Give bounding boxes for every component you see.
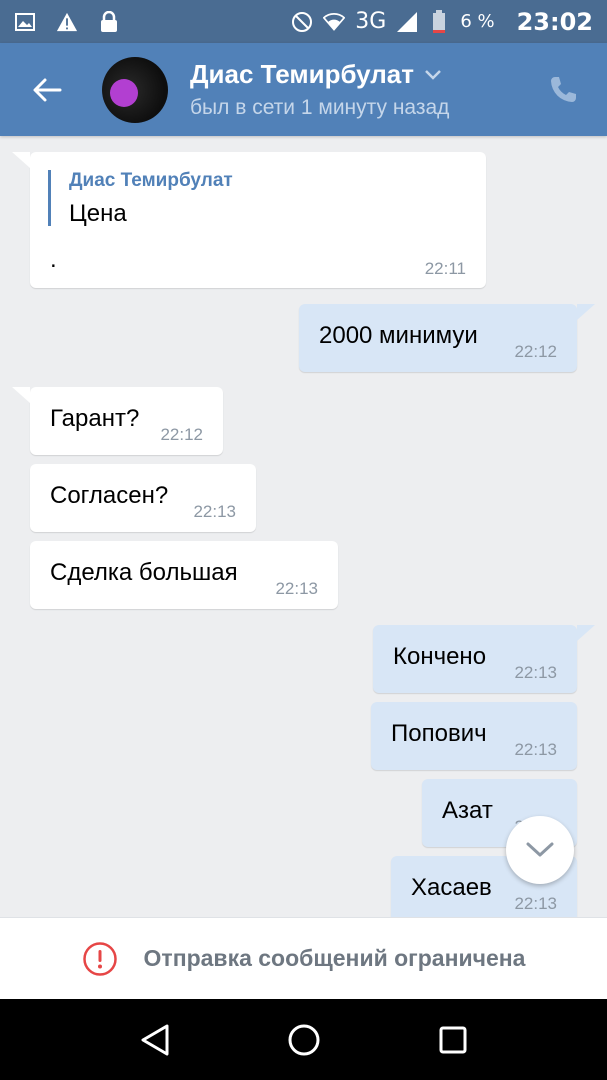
circle-home-icon	[288, 1024, 319, 1055]
chat-info[interactable]: Диас Темирбулат был в сети 1 минуту наза…	[190, 59, 449, 120]
message-outgoing[interactable]: Попович 22:13	[371, 702, 577, 770]
signal-icon	[396, 11, 418, 33]
message-text: Хасаев	[411, 874, 492, 901]
messaging-restricted-bar: Отправка сообщений ограничена	[0, 917, 607, 999]
scroll-down-button[interactable]	[506, 816, 574, 884]
clock: 23:02	[516, 7, 593, 36]
chevron-down-icon	[526, 842, 554, 857]
arrow-left-icon	[33, 78, 62, 101]
message-outgoing[interactable]: Кончено 22:13	[373, 625, 595, 693]
message-incoming[interactable]: Согласен? 22:13	[30, 464, 256, 532]
message-time: 22:13	[514, 740, 557, 759]
message-time: 22:13	[193, 502, 236, 521]
message-text: Попович	[391, 720, 487, 747]
message-text: Азат	[442, 797, 493, 824]
error-icon	[82, 941, 117, 976]
warning-icon	[56, 11, 78, 33]
message-time: 22:11	[424, 259, 466, 278]
chat-title: Диас Темирбулат	[190, 59, 414, 89]
gallery-icon	[14, 11, 36, 33]
message-incoming[interactable]: Гарант? 22:12	[12, 387, 223, 455]
chevron-down-icon	[425, 69, 441, 80]
reply-quote[interactable]: Диас Темирбулат Цена	[48, 170, 233, 227]
message-text: Сделка большая	[50, 559, 238, 586]
avatar[interactable]	[102, 56, 168, 123]
square-recents-icon	[439, 1026, 466, 1053]
message-text: Гарант?	[50, 405, 140, 432]
message-time: 22:13	[514, 663, 557, 682]
message-text: Согласен?	[50, 482, 169, 509]
phone-icon	[551, 76, 576, 102]
back-button[interactable]	[12, 43, 82, 136]
nav-back-button[interactable]	[125, 1010, 185, 1070]
message-list[interactable]: Диас Темирбулат Цена . 22:11 2000 миниму…	[0, 136, 607, 917]
dnd-icon	[291, 11, 313, 33]
lock-icon	[98, 10, 120, 33]
chat-header: Диас Темирбулат был в сети 1 минуту наза…	[0, 43, 607, 136]
devil-emoji-icon	[110, 78, 138, 107]
message-text: 2000 минимуи	[319, 322, 478, 349]
message-incoming[interactable]: Сделка большая 22:13	[30, 541, 338, 609]
message-incoming[interactable]: Диас Темирбулат Цена . 22:11	[12, 152, 486, 288]
triangle-back-icon	[141, 1024, 168, 1055]
restriction-text: Отправка сообщений ограничена	[143, 945, 526, 971]
battery-percent: 6 %	[460, 11, 495, 32]
last-seen: был в сети 1 минуту назад	[190, 96, 450, 119]
message-time: 22:13	[514, 894, 557, 913]
nav-home-button[interactable]	[274, 1010, 334, 1070]
quote-text: Цена	[69, 200, 127, 227]
status-bar: 3G 6 % 23:02	[0, 0, 607, 43]
message-time: 22:13	[275, 579, 318, 598]
nav-recents-button[interactable]	[423, 1010, 483, 1070]
network-type: 3G	[355, 9, 387, 34]
call-button[interactable]	[543, 70, 583, 110]
message-time: 22:12	[160, 425, 203, 444]
quote-author: Диас Темирбулат	[69, 170, 233, 191]
android-nav-bar	[0, 999, 607, 1080]
message-text: Кончено	[393, 643, 487, 670]
wifi-icon	[323, 11, 346, 33]
message-text: .	[50, 246, 57, 273]
message-outgoing[interactable]: 2000 минимуи 22:12	[299, 304, 595, 372]
message-time: 22:12	[514, 342, 557, 361]
battery-icon	[428, 9, 450, 33]
